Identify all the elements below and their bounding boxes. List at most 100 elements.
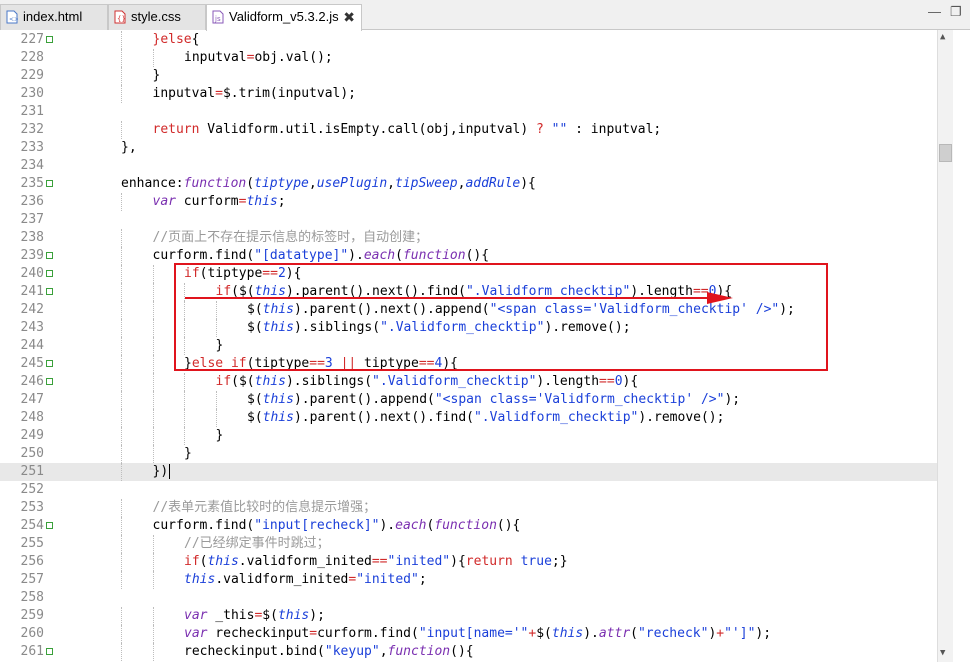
code-token: curform.find( <box>152 248 255 263</box>
line-number: 259 <box>20 608 44 623</box>
svg-text:js: js <box>214 15 221 23</box>
code-line[interactable]: 229} <box>0 67 937 85</box>
code-line[interactable]: 259 var _this=$(this); <box>0 607 937 625</box>
code-token: $( <box>247 392 263 407</box>
code-token: }) <box>152 464 169 479</box>
code-line[interactable]: 258 <box>0 589 937 607</box>
tab-index-html[interactable]: <> index.html <box>0 4 108 30</box>
code-text: var curform=this; <box>153 193 286 211</box>
code-token: this <box>262 410 294 425</box>
code-line[interactable]: 237 <box>0 211 937 229</box>
tab-label: style.css <box>131 9 181 24</box>
code-token: } <box>152 68 161 83</box>
code-line[interactable]: 251}) <box>0 463 937 481</box>
indent-guide <box>152 373 154 391</box>
code-line[interactable]: 233}, <box>0 139 937 157</box>
svg-text:{}: {} <box>117 15 126 23</box>
indent-guide <box>215 391 217 409</box>
fold-marker-icon[interactable] <box>46 648 53 655</box>
scroll-thumb[interactable] <box>939 144 952 162</box>
line-number: 249 <box>20 428 44 443</box>
code-token: //已经绑定事件时跳过； <box>184 536 330 551</box>
code-token: ){ <box>450 554 466 569</box>
fold-marker-icon[interactable] <box>46 36 53 43</box>
fold-marker-icon[interactable] <box>46 288 53 295</box>
code-line[interactable]: 228 inputval=obj.val(); <box>0 49 937 67</box>
code-line[interactable]: 238 //页面上不存在提示信息的标签时，自动创建； <box>0 229 937 247</box>
code-token: ).parent().append( <box>293 392 435 407</box>
code-line[interactable]: 232 return Validform.util.isEmpty.call(ob… <box>0 121 937 139</box>
code-token: }else <box>152 32 192 47</box>
code-line[interactable]: 252 <box>0 481 937 499</box>
annotation-arrow <box>185 292 733 304</box>
scroll-up-icon[interactable]: ▲ <box>940 32 945 42</box>
code-line[interactable]: 255 //已经绑定事件时跳过； <box>0 535 937 553</box>
code-line[interactable]: 248 $(this).parent().next().find(".Validf… <box>0 409 937 427</box>
tab-label: index.html <box>23 9 83 24</box>
fold-marker-icon[interactable] <box>46 378 53 385</box>
indent-guide <box>121 445 122 463</box>
code-line[interactable]: 257 this.validform_inited="inited"; <box>0 571 937 589</box>
code-token: .validform_inited <box>215 572 349 587</box>
code-token: curform <box>175 194 239 209</box>
close-icon[interactable]: ✖ <box>343 5 355 29</box>
code-line[interactable]: 250} <box>0 445 937 463</box>
code-line[interactable]: 260 var recheckinput=curform.find("input[… <box>0 625 937 643</box>
code-text: recheckinput.bind("keyup",function(){ <box>184 643 474 661</box>
code-line[interactable]: 234 <box>0 157 937 175</box>
line-number: 242 <box>20 302 44 317</box>
fold-marker-icon[interactable] <box>46 270 53 277</box>
code-token: (){ <box>465 248 490 263</box>
code-line[interactable]: 230 inputval=$.trim(inputval); <box>0 85 937 103</box>
code-line[interactable]: 256 if(this.validform_inited=="inited"){r… <box>0 553 937 571</box>
code-line[interactable]: 254 curform.find("input[recheck]").each(f… <box>0 517 937 535</box>
code-token: each <box>395 518 427 533</box>
code-token: (){ <box>496 518 521 533</box>
line-number: 240 <box>20 266 44 281</box>
code-line[interactable]: 261 recheckinput.bind("keyup",function(){ <box>0 643 937 661</box>
code-line[interactable]: 227}else{ <box>0 31 937 49</box>
fold-marker-icon[interactable] <box>46 252 53 259</box>
code-token: each <box>363 248 396 263</box>
vertical-scrollbar[interactable]: ▲ ▼ <box>937 30 953 662</box>
scroll-down-icon[interactable]: ▼ <box>940 648 945 658</box>
code-token: , <box>308 176 317 191</box>
fold-marker-icon[interactable] <box>46 522 53 529</box>
code-token: (){ <box>450 644 474 659</box>
code-token: ? <box>536 122 544 137</box>
indent-guide <box>121 85 122 103</box>
indent-guide <box>121 427 122 445</box>
code-token: ).length <box>536 374 600 389</box>
code-token: "<span class='Validform_checktip' />" <box>434 392 725 407</box>
highlight-box <box>174 263 828 371</box>
code-line[interactable]: 247 $(this).parent().append("<span class=… <box>0 391 937 409</box>
code-token: ).parent().next().find( <box>293 410 474 425</box>
line-number: 233 <box>20 140 44 155</box>
line-number: 230 <box>20 86 44 101</box>
indent-guide <box>184 409 185 427</box>
code-line[interactable]: 246 if($(this).siblings(".Validform_check… <box>0 373 937 391</box>
code-token: true <box>520 554 552 569</box>
code-text: }) <box>153 463 171 481</box>
code-line[interactable]: 249} <box>0 427 937 445</box>
code-token: 0 <box>614 374 623 389</box>
code-token: Validform.util.isEmpty.call(obj,inputval… <box>199 122 537 137</box>
code-token: recheckinput <box>207 626 310 641</box>
tab-style-css[interactable]: {} style.css <box>108 4 206 30</box>
code-token: this <box>551 626 584 641</box>
code-line[interactable]: 235 enhance:function(tiptype,usePlugin,ti… <box>0 175 937 193</box>
code-line[interactable]: 231 <box>0 103 937 121</box>
line-number: 256 <box>20 554 44 569</box>
code-line[interactable]: 253 //表单元素值比较时的信息提示增强； <box>0 499 937 517</box>
code-text: //表单元素值比较时的信息提示增强； <box>153 499 377 517</box>
line-number: 244 <box>20 338 44 353</box>
indent-guide <box>152 553 154 571</box>
minimize-icon[interactable]: — <box>928 4 941 19</box>
code-line[interactable]: 236 var curform=this; <box>0 193 937 211</box>
fold-marker-icon[interactable] <box>46 180 53 187</box>
fold-marker-icon[interactable] <box>46 360 53 367</box>
code-token: $( <box>536 626 552 641</box>
tab-bar: <> index.html {} style.css js Validform_… <box>0 0 970 31</box>
tab-validform-js[interactable]: js Validform_v5.3.2.js ✖ <box>206 4 362 31</box>
restore-icon[interactable]: ❐ <box>950 4 962 20</box>
